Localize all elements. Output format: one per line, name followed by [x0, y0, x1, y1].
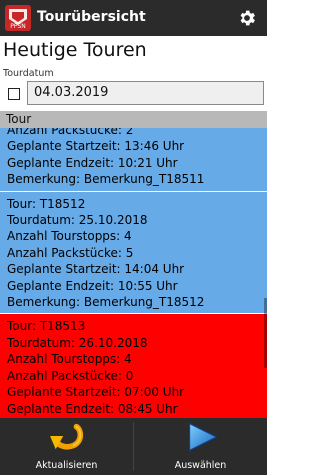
refresh-arrow-icon: [49, 423, 83, 450]
date-field[interactable]: 04.03.2019: [27, 81, 264, 105]
tour-list-item[interactable]: Tour: T18512 Tourdatum: 25.10.2018 Anzahl …: [0, 191, 267, 315]
scrollbar[interactable]: [264, 128, 267, 418]
tour-detail-line: Geplante Endzeit: 08:45 Uhr: [7, 401, 178, 416]
tour-list[interactable]: Anzahl Packstücke: 2 Geplante Startzeit: …: [0, 128, 267, 418]
tour-list-item[interactable]: Anzahl Packstücke: 2 Geplante Startzeit: …: [0, 128, 267, 192]
tour-detail-line: Bemerkung: Bemerkung_T18511: [7, 172, 205, 187]
tour-detail-line: Tour: T18513: [7, 319, 86, 334]
logo-text: PPSN: [10, 23, 26, 30]
tour-detail-line: Geplante Startzeit: 07:00 Uhr: [7, 385, 185, 400]
bottom-action-bar: Aktualisieren Auswählen: [0, 418, 267, 475]
tour-detail-line: Anzahl Packstücke: 2: [7, 128, 134, 137]
tour-detail-line: Geplante Endzeit: 10:21 Uhr: [7, 155, 178, 170]
date-label: Tourdatum: [3, 68, 54, 79]
tour-detail-line: Tour: T18512: [7, 196, 86, 211]
select-label: Auswählen: [174, 460, 227, 471]
page-title: Heutige Touren: [3, 39, 147, 61]
select-button[interactable]: Auswählen: [134, 418, 267, 475]
tour-list-item[interactable]: Tour: T18513 Tourdatum: 26.10.2018 Anzahl …: [0, 314, 267, 418]
tour-detail-line: Anzahl Packstücke: 0: [7, 368, 134, 383]
tour-detail-line: Geplante Endzeit: 10:55 Uhr: [7, 278, 178, 293]
refresh-button[interactable]: Aktualisieren: [0, 418, 133, 475]
tour-detail-line: Geplante Startzeit: 13:46 Uhr: [7, 139, 185, 154]
tour-detail-line: Bemerkung: Bemerkung_T18512: [7, 295, 205, 310]
tour-list-content: Anzahl Packstücke: 2 Geplante Startzeit: …: [0, 128, 267, 418]
tour-detail-line: Anzahl Packstücke: 5: [7, 245, 134, 260]
list-header: Tour: [0, 111, 267, 128]
app-logo: PPSN: [5, 5, 31, 31]
tour-detail-line: Anzahl Tourstopps: 4: [7, 229, 132, 244]
app-bar: PPSN Tourübersicht: [0, 0, 267, 36]
tour-detail-line: Tourdatum: 26.10.2018: [7, 335, 148, 350]
app-title: Tourübersicht: [37, 9, 146, 25]
refresh-label: Aktualisieren: [35, 460, 98, 471]
scrollbar-thumb[interactable]: [264, 298, 267, 368]
date-filter-checkbox[interactable]: [8, 88, 20, 100]
tour-detail-line: Tourdatum: 25.10.2018: [7, 213, 148, 228]
tour-detail-line: Anzahl Tourstopps: 4: [7, 352, 132, 367]
play-arrow-icon: [188, 423, 217, 451]
tour-detail-line: Geplante Startzeit: 14:04 Uhr: [7, 262, 185, 277]
gear-icon[interactable]: [237, 8, 257, 28]
